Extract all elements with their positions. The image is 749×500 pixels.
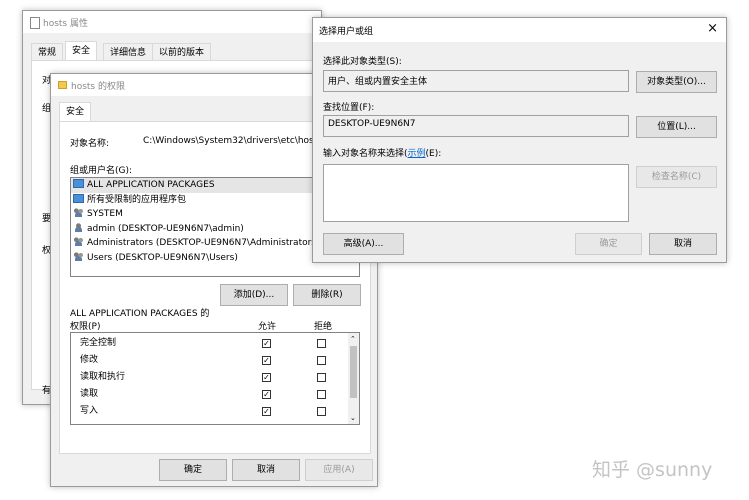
advanced-button[interactable]: 高级(A)... (323, 233, 404, 255)
scroll-thumb[interactable] (350, 346, 357, 398)
scroll-down-icon[interactable]: ⌄ (350, 414, 356, 422)
allow-checkbox[interactable]: ✓ (262, 407, 271, 416)
permission-name: 写入 (80, 406, 99, 416)
permission-row: 写入 ✓ (71, 403, 347, 420)
ok-button[interactable]: 确定 (575, 233, 642, 255)
object-types-button[interactable]: 对象类型(O)... (636, 71, 717, 93)
deny-header: 拒绝 (314, 322, 333, 332)
deny-checkbox[interactable] (317, 390, 326, 399)
permissions-title-line1: ALL APPLICATION PACKAGES 的 (70, 309, 210, 319)
cancel-button[interactable]: 取消 (649, 233, 717, 255)
enter-object-names-label: 输入对象名称来选择(示例(E): (323, 149, 442, 159)
scroll-up-icon[interactable]: ⌃ (350, 335, 356, 343)
file-icon (30, 17, 40, 29)
folder-icon (58, 81, 67, 89)
object-name-label: 对象名称: (70, 139, 110, 149)
locations-button[interactable]: 位置(L)... (636, 116, 717, 138)
select-dialog-titlebar: 选择用户或组 × (313, 18, 726, 42)
permissions-title-line2: 权限(P) (70, 322, 101, 332)
user-icon (73, 222, 84, 232)
package-icon (73, 179, 84, 188)
permission-name: 读取和执行 (80, 372, 126, 382)
tab-previous-versions[interactable]: 以前的版本 (152, 43, 212, 61)
permission-name: 完全控制 (80, 338, 117, 348)
location-field: DESKTOP-UE9N6N7 (323, 115, 629, 137)
permissions-list[interactable]: 完全控制 ✓ 修改 ✓ 读取和执行 ✓ 读取 ✓ 写入 ✓ ⌃ ⌄ (70, 332, 360, 425)
group-icon (73, 251, 84, 261)
allow-header: 允许 (258, 322, 277, 332)
select-dialog-title: 选择用户或组 (319, 27, 374, 37)
location-label: 查找位置(F): (323, 103, 375, 113)
deny-checkbox[interactable] (317, 356, 326, 365)
scrollbar[interactable]: ⌃ ⌄ (348, 333, 359, 424)
select-users-dialog: 选择用户或组 × 选择此对象类型(S): 用户、组或内置安全主体 对象类型(O)… (312, 17, 727, 263)
tab-security[interactable]: 安全 (65, 41, 98, 61)
examples-link[interactable]: 示例 (408, 149, 426, 159)
cancel-button[interactable]: 取消 (232, 459, 300, 481)
close-icon[interactable]: × (707, 21, 718, 36)
user-icon (73, 208, 84, 217)
permissions-title: hosts 的权限 (71, 82, 125, 92)
tab-security[interactable]: 安全 (59, 102, 92, 122)
ok-button[interactable]: 确定 (159, 459, 227, 481)
deny-checkbox[interactable] (317, 373, 326, 382)
tab-details[interactable]: 详细信息 (103, 43, 154, 61)
permissions-rows: 完全控制 ✓ 修改 ✓ 读取和执行 ✓ 读取 ✓ 写入 ✓ (71, 335, 347, 420)
deny-checkbox[interactable] (317, 407, 326, 416)
properties-titlebar: hosts 属性 (23, 11, 321, 33)
remove-button[interactable]: 删除(R) (293, 284, 361, 306)
apply-button[interactable]: 应用(A) (305, 459, 373, 481)
permission-name: 读取 (80, 389, 99, 399)
object-name-value: C:\Windows\System32\drivers\etc\hos (143, 136, 314, 146)
object-type-field: 用户、组或内置安全主体 (323, 70, 629, 92)
permission-row: 完全控制 ✓ (71, 335, 347, 352)
deny-checkbox[interactable] (317, 339, 326, 348)
permission-row: 读取 ✓ (71, 386, 347, 403)
allow-checkbox[interactable]: ✓ (262, 356, 271, 365)
object-type-label: 选择此对象类型(S): (323, 57, 402, 67)
permission-name: 修改 (80, 355, 99, 365)
package-icon (73, 193, 84, 203)
permission-row: 读取和执行 ✓ (71, 369, 347, 386)
watermark: 知乎 @sunny (592, 459, 713, 481)
group-or-user-label: 组或用户名(G): (70, 166, 133, 176)
allow-checkbox[interactable]: ✓ (262, 373, 271, 382)
add-button[interactable]: 添加(D)... (220, 284, 288, 306)
permission-row: 修改 ✓ (71, 352, 347, 369)
check-names-button[interactable]: 检查名称(C) (636, 166, 717, 188)
tab-general[interactable]: 常规 (31, 43, 64, 61)
group-icon (73, 237, 84, 246)
allow-checkbox[interactable]: ✓ (262, 339, 271, 348)
properties-title: hosts 属性 (43, 19, 88, 29)
allow-checkbox[interactable]: ✓ (262, 390, 271, 399)
object-names-input[interactable] (323, 164, 629, 222)
